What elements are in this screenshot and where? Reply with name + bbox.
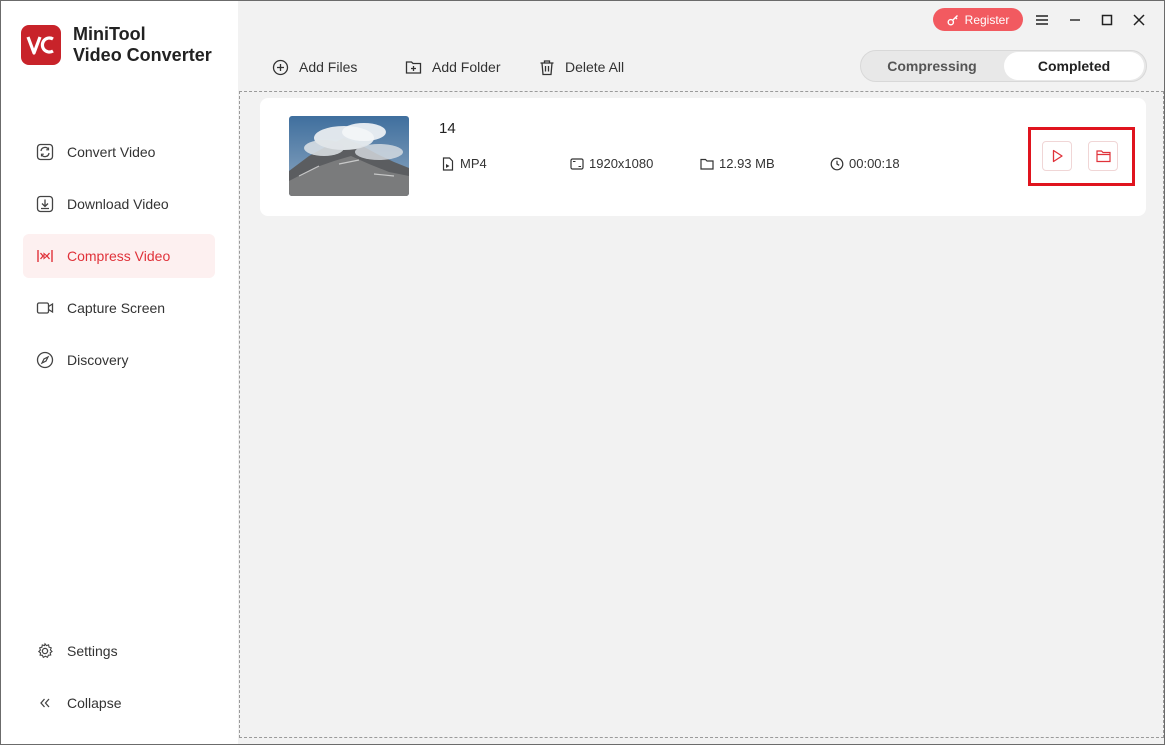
sidebar-item-label: Collapse bbox=[67, 695, 122, 711]
tab-completed[interactable]: Completed bbox=[1004, 52, 1144, 80]
hamburger-icon bbox=[1036, 15, 1048, 25]
download-icon bbox=[36, 195, 54, 213]
sidebar-item-compress-video[interactable]: Compress Video bbox=[23, 234, 215, 278]
file-size: 12.93 MB bbox=[700, 156, 775, 171]
sidebar-nav: Convert Video Download Video Compress Vi… bbox=[23, 130, 215, 390]
maximize-button[interactable] bbox=[1096, 9, 1118, 31]
tab-compressing[interactable]: Compressing bbox=[863, 52, 1001, 80]
sidebar-item-download-video[interactable]: Download Video bbox=[23, 182, 215, 226]
file-name: 14 bbox=[439, 120, 456, 137]
brand: MiniTool Video Converter bbox=[21, 24, 212, 66]
clock-icon bbox=[830, 157, 844, 170]
compass-icon bbox=[36, 351, 54, 369]
sidebar-item-label: Download Video bbox=[67, 196, 169, 212]
resolution-icon bbox=[570, 157, 584, 170]
file-resolution: 1920x1080 bbox=[570, 156, 653, 171]
register-label: Register bbox=[964, 12, 1010, 27]
close-icon bbox=[1133, 14, 1145, 26]
app-window: MiniTool Video Converter Convert Video D… bbox=[0, 0, 1165, 745]
folder-icon bbox=[700, 158, 714, 170]
register-button[interactable]: Register bbox=[933, 8, 1023, 31]
add-folder-button[interactable]: Add Folder bbox=[405, 55, 500, 79]
file-format: MP4 bbox=[441, 156, 487, 171]
compress-icon bbox=[36, 247, 54, 265]
file-card: 14 MP4 1920x1080 12.93 MB 00:00:18 bbox=[260, 98, 1146, 216]
sidebar-item-convert-video[interactable]: Convert Video bbox=[23, 130, 215, 174]
camera-icon bbox=[36, 299, 54, 317]
file-video-icon bbox=[442, 156, 454, 171]
file-resolution-value: 1920x1080 bbox=[589, 156, 654, 171]
sidebar-item-label: Settings bbox=[67, 643, 118, 659]
sidebar: MiniTool Video Converter Convert Video D… bbox=[1, 1, 238, 744]
add-files-button[interactable]: Add Files bbox=[272, 55, 357, 79]
minimize-button[interactable] bbox=[1064, 9, 1086, 31]
folder-open-icon bbox=[1095, 150, 1111, 163]
play-button[interactable] bbox=[1042, 141, 1072, 171]
add-icon bbox=[272, 59, 289, 75]
file-list-area: 14 MP4 1920x1080 12.93 MB 00:00:18 bbox=[239, 91, 1164, 738]
delete-all-button[interactable]: Delete All bbox=[539, 55, 624, 79]
sidebar-item-label: Capture Screen bbox=[67, 300, 166, 316]
trash-icon bbox=[540, 59, 554, 75]
sidebar-item-settings[interactable]: Settings bbox=[23, 629, 215, 673]
file-duration: 00:00:18 bbox=[830, 156, 900, 171]
minimize-icon bbox=[1070, 19, 1080, 21]
app-logo bbox=[21, 25, 61, 65]
open-folder-button[interactable] bbox=[1088, 141, 1118, 171]
gear-icon bbox=[36, 642, 54, 660]
app-title-line1: MiniTool bbox=[73, 24, 146, 44]
status-tabs: Compressing Completed bbox=[860, 50, 1147, 82]
app-title: MiniTool Video Converter bbox=[73, 24, 212, 66]
file-size-value: 12.93 MB bbox=[719, 156, 775, 171]
collapse-icon bbox=[36, 694, 54, 712]
file-format-value: MP4 bbox=[460, 156, 487, 171]
play-icon bbox=[1052, 149, 1063, 163]
maximize-icon bbox=[1101, 14, 1113, 26]
menu-button[interactable] bbox=[1031, 9, 1053, 31]
key-icon bbox=[947, 14, 958, 25]
delete-all-label: Delete All bbox=[565, 59, 625, 75]
file-duration-value: 00:00:18 bbox=[849, 156, 900, 171]
folder-add-icon bbox=[405, 60, 422, 74]
app-title-line2: Video Converter bbox=[73, 45, 212, 65]
sidebar-item-discovery[interactable]: Discovery bbox=[23, 338, 215, 382]
sidebar-item-label: Convert Video bbox=[67, 144, 156, 160]
video-thumbnail bbox=[289, 116, 409, 196]
add-files-label: Add Files bbox=[299, 59, 358, 75]
sidebar-item-capture-screen[interactable]: Capture Screen bbox=[23, 286, 215, 330]
close-button[interactable] bbox=[1128, 9, 1150, 31]
topbar: Register Add Files Add Folder Delete All… bbox=[239, 1, 1164, 91]
sidebar-item-collapse[interactable]: Collapse bbox=[23, 681, 215, 725]
convert-icon bbox=[36, 143, 54, 161]
sidebar-item-label: Compress Video bbox=[67, 248, 171, 264]
sidebar-bottom: Settings Collapse bbox=[23, 629, 215, 733]
sidebar-item-label: Discovery bbox=[67, 352, 129, 368]
add-folder-label: Add Folder bbox=[432, 59, 501, 75]
